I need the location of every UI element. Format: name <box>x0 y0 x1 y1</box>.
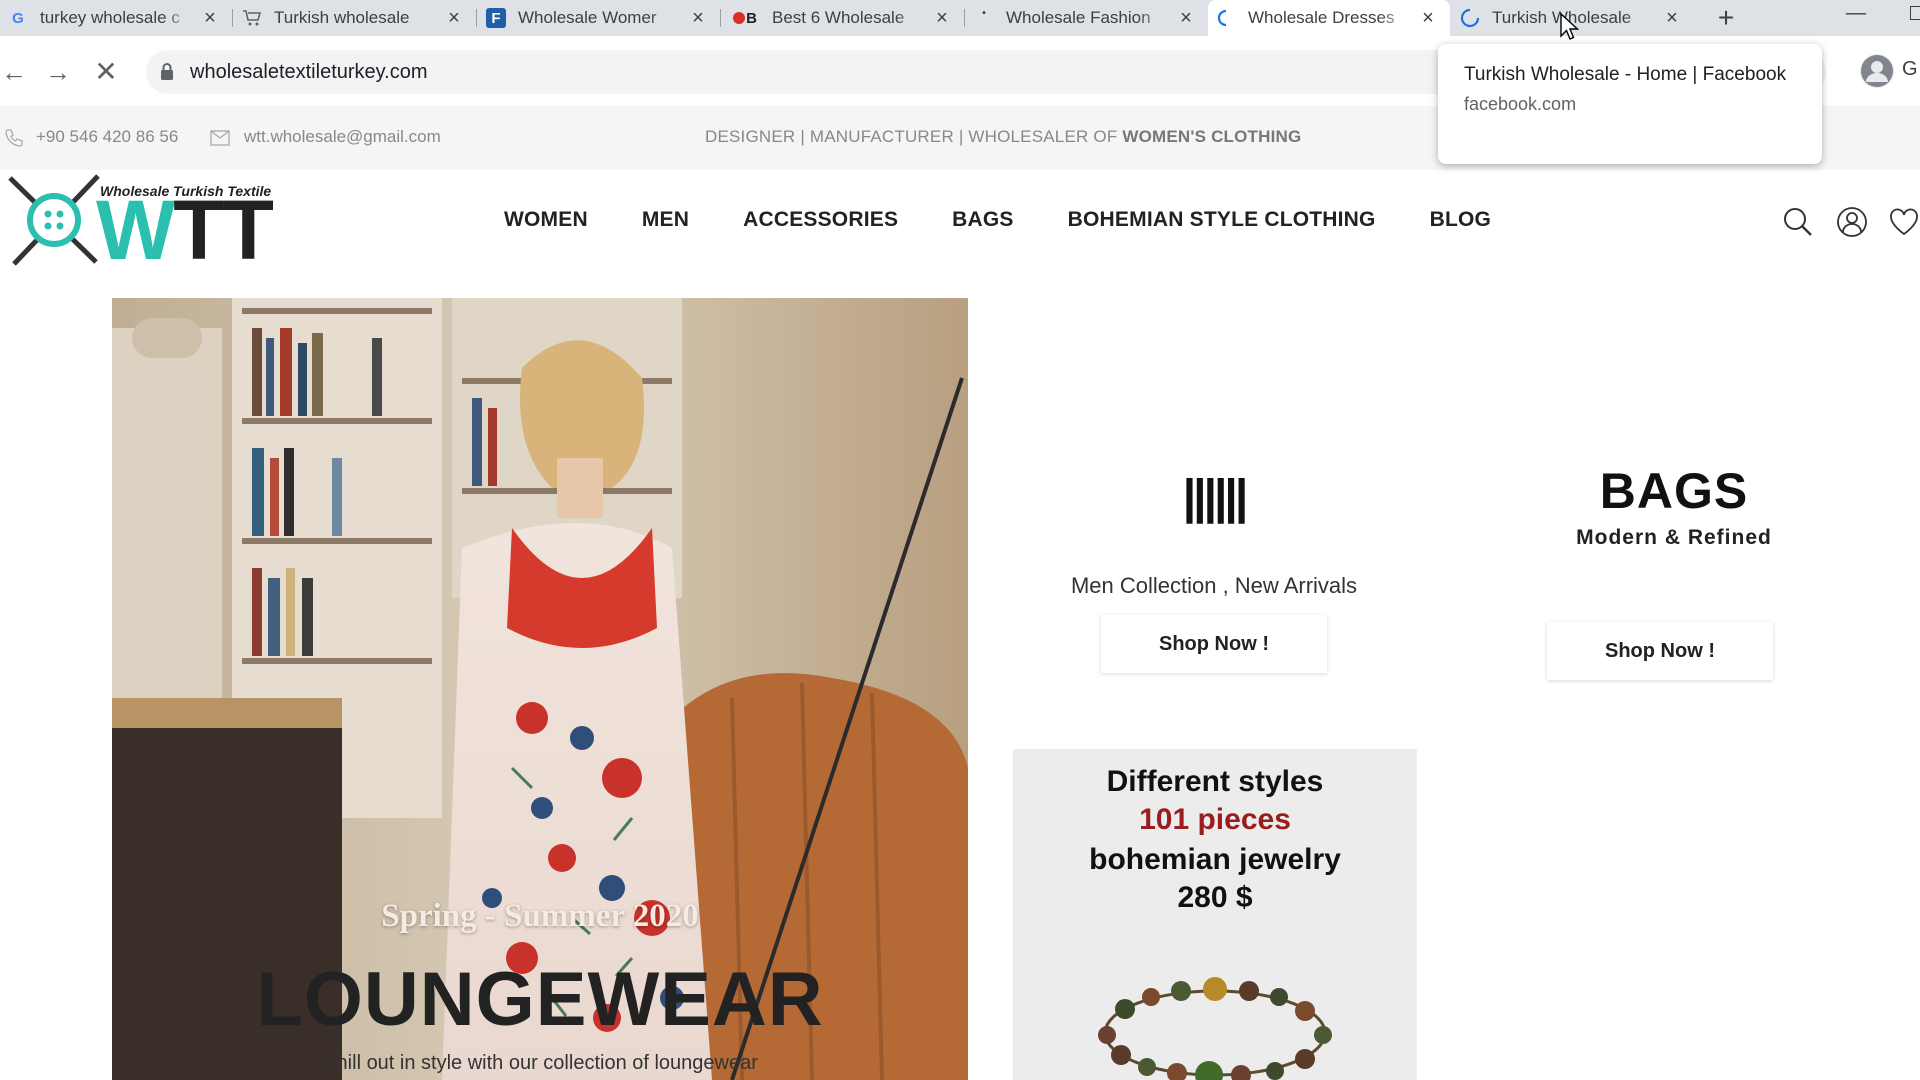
url-text[interactable]: wholesaletextileturkey.com <box>190 61 428 84</box>
loading-icon <box>1216 8 1236 28</box>
mail-icon <box>210 130 230 146</box>
tab-separator <box>720 9 721 27</box>
email-address[interactable]: wtt.wholesale@gmail.com <box>244 127 441 147</box>
stop-loading-icon[interactable]: ✕ <box>92 58 120 86</box>
browser-tab-strip: G turkey wholesale c × Turkish wholesale… <box>0 0 1920 36</box>
tab-title: Wholesale Womer <box>518 8 657 27</box>
dot-icon: • <box>982 8 986 19</box>
maximize-icon[interactable] <box>1910 6 1920 20</box>
nav-item-accessories[interactable]: ACCESSORIES <box>743 208 898 232</box>
close-icon[interactable]: × <box>688 8 708 28</box>
lock-icon <box>161 63 173 80</box>
close-icon[interactable]: × <box>1176 8 1196 28</box>
tooltip-title: Turkish Wholesale - Home | Facebook <box>1464 64 1787 85</box>
tab-title: Turkish wholesale <box>274 8 410 27</box>
promo-line-2: 101 pieces <box>1139 803 1291 836</box>
men-shop-now-button[interactable]: Shop Now ! <box>1101 615 1327 673</box>
site-logo[interactable]: Wholesale Turkish Textile WTT <box>4 170 276 277</box>
site-tagline: DESIGNER | MANUFACTURER | WHOLESALER OF … <box>705 127 1301 147</box>
men-collection-caption: Men Collection , New Arrivals <box>1070 573 1358 598</box>
hero-season-label: Spring - Summer 2020 <box>381 898 699 934</box>
search-icon[interactable] <box>1782 206 1814 238</box>
scissors-button-logo-icon <box>8 174 100 266</box>
bags-card: BAGS Modern & Refined Shop Now ! <box>1524 462 1824 680</box>
promo-line-1: Different styles <box>1106 765 1324 798</box>
back-arrow-icon[interactable]: ← <box>0 58 28 86</box>
profile-avatar-icon[interactable] <box>1860 54 1894 88</box>
tab-title: Wholesale Fashion <box>1006 8 1151 27</box>
close-icon[interactable]: × <box>1418 8 1438 28</box>
bracelet-image <box>1098 977 1332 1080</box>
phone-icon <box>5 129 23 147</box>
tagline-prefix: DESIGNER | MANUFACTURER | WHOLESALER OF <box>705 127 1123 146</box>
tab-separator <box>232 9 233 27</box>
browser-tab[interactable]: G turkey wholesale c × <box>0 0 232 36</box>
forward-arrow-icon[interactable]: → <box>44 58 72 86</box>
hero-banner[interactable]: Spring - Summer 2020 LOUNGEWEAR Chill ou… <box>112 298 968 1080</box>
men-collection-glyph: |||||| <box>1182 471 1249 524</box>
loading-icon <box>1460 8 1480 28</box>
nav-item-bohemian[interactable]: BOHEMIAN STYLE CLOTHING <box>1068 208 1376 232</box>
browser-tab[interactable]: B Best 6 Wholesale × <box>722 0 964 36</box>
promo-line-3: bohemian jewelry <box>1089 843 1341 876</box>
f-logo-icon: F <box>486 8 506 28</box>
hero-title: LOUNGEWEAR <box>256 957 824 1042</box>
account-icon[interactable] <box>1836 206 1868 238</box>
jewelry-promo-banner[interactable]: Different styles 101 pieces bohemian jew… <box>1013 749 1417 1080</box>
wishlist-heart-icon[interactable] <box>1888 206 1920 238</box>
tagline-emphasis: WOMEN'S CLOTHING <box>1122 127 1302 146</box>
tab-hover-tooltip: Turkish Wholesale - Home | Facebook face… <box>1438 44 1822 164</box>
site-header: Wholesale Turkish Textile WTT WOMEN MEN … <box>0 170 1920 280</box>
hero-subtitle: Chill out in style with our collection o… <box>322 1052 758 1074</box>
tab-separator <box>964 9 965 27</box>
nav-item-bags[interactable]: BAGS <box>952 208 1013 232</box>
browser-tab-active[interactable]: Wholesale Dresses × <box>1208 0 1450 36</box>
tab-title: turkey wholesale c <box>40 8 180 27</box>
close-icon[interactable]: × <box>932 8 952 28</box>
bags-shop-now-button[interactable]: Shop Now ! <box>1547 622 1773 680</box>
nav-item-blog[interactable]: BLOG <box>1430 208 1491 232</box>
bags-subtitle: Modern & Refined <box>1576 526 1772 549</box>
browser-tab[interactable]: • Wholesale Fashion × <box>966 0 1208 36</box>
bags-title: BAGS <box>1599 463 1749 519</box>
browser-tab[interactable]: Turkish wholesale × <box>234 0 476 36</box>
main-navigation: WOMEN MEN ACCESSORIES BAGS BOHEMIAN STYL… <box>504 208 1545 232</box>
nav-item-women[interactable]: WOMEN <box>504 208 588 232</box>
close-icon[interactable]: × <box>1662 8 1682 28</box>
b-logo-icon: B <box>730 8 760 28</box>
minimize-icon[interactable]: — <box>1846 2 1866 25</box>
tab-title: Wholesale Dresses <box>1248 8 1395 27</box>
tab-separator <box>476 9 477 27</box>
phone-number[interactable]: +90 546 420 86 56 <box>36 127 178 147</box>
logo-wordmark: WTT <box>96 183 274 277</box>
tooltip-domain: facebook.com <box>1464 94 1577 114</box>
google-icon: G <box>12 9 24 27</box>
close-icon[interactable]: × <box>200 8 220 28</box>
men-collection-card: |||||| Men Collection , New Arrivals Sho… <box>1064 470 1364 673</box>
close-icon[interactable]: × <box>444 8 464 28</box>
cart-icon <box>242 8 262 28</box>
profile-label[interactable]: G <box>1902 58 1918 81</box>
browser-tab[interactable]: F Wholesale Womer × <box>478 0 720 36</box>
new-tab-button[interactable]: + <box>1712 4 1740 32</box>
tab-title: Best 6 Wholesale <box>772 8 905 27</box>
nav-item-men[interactable]: MEN <box>642 208 689 232</box>
promo-line-4: 280 $ <box>1177 881 1253 914</box>
mouse-cursor-icon <box>1560 12 1580 40</box>
